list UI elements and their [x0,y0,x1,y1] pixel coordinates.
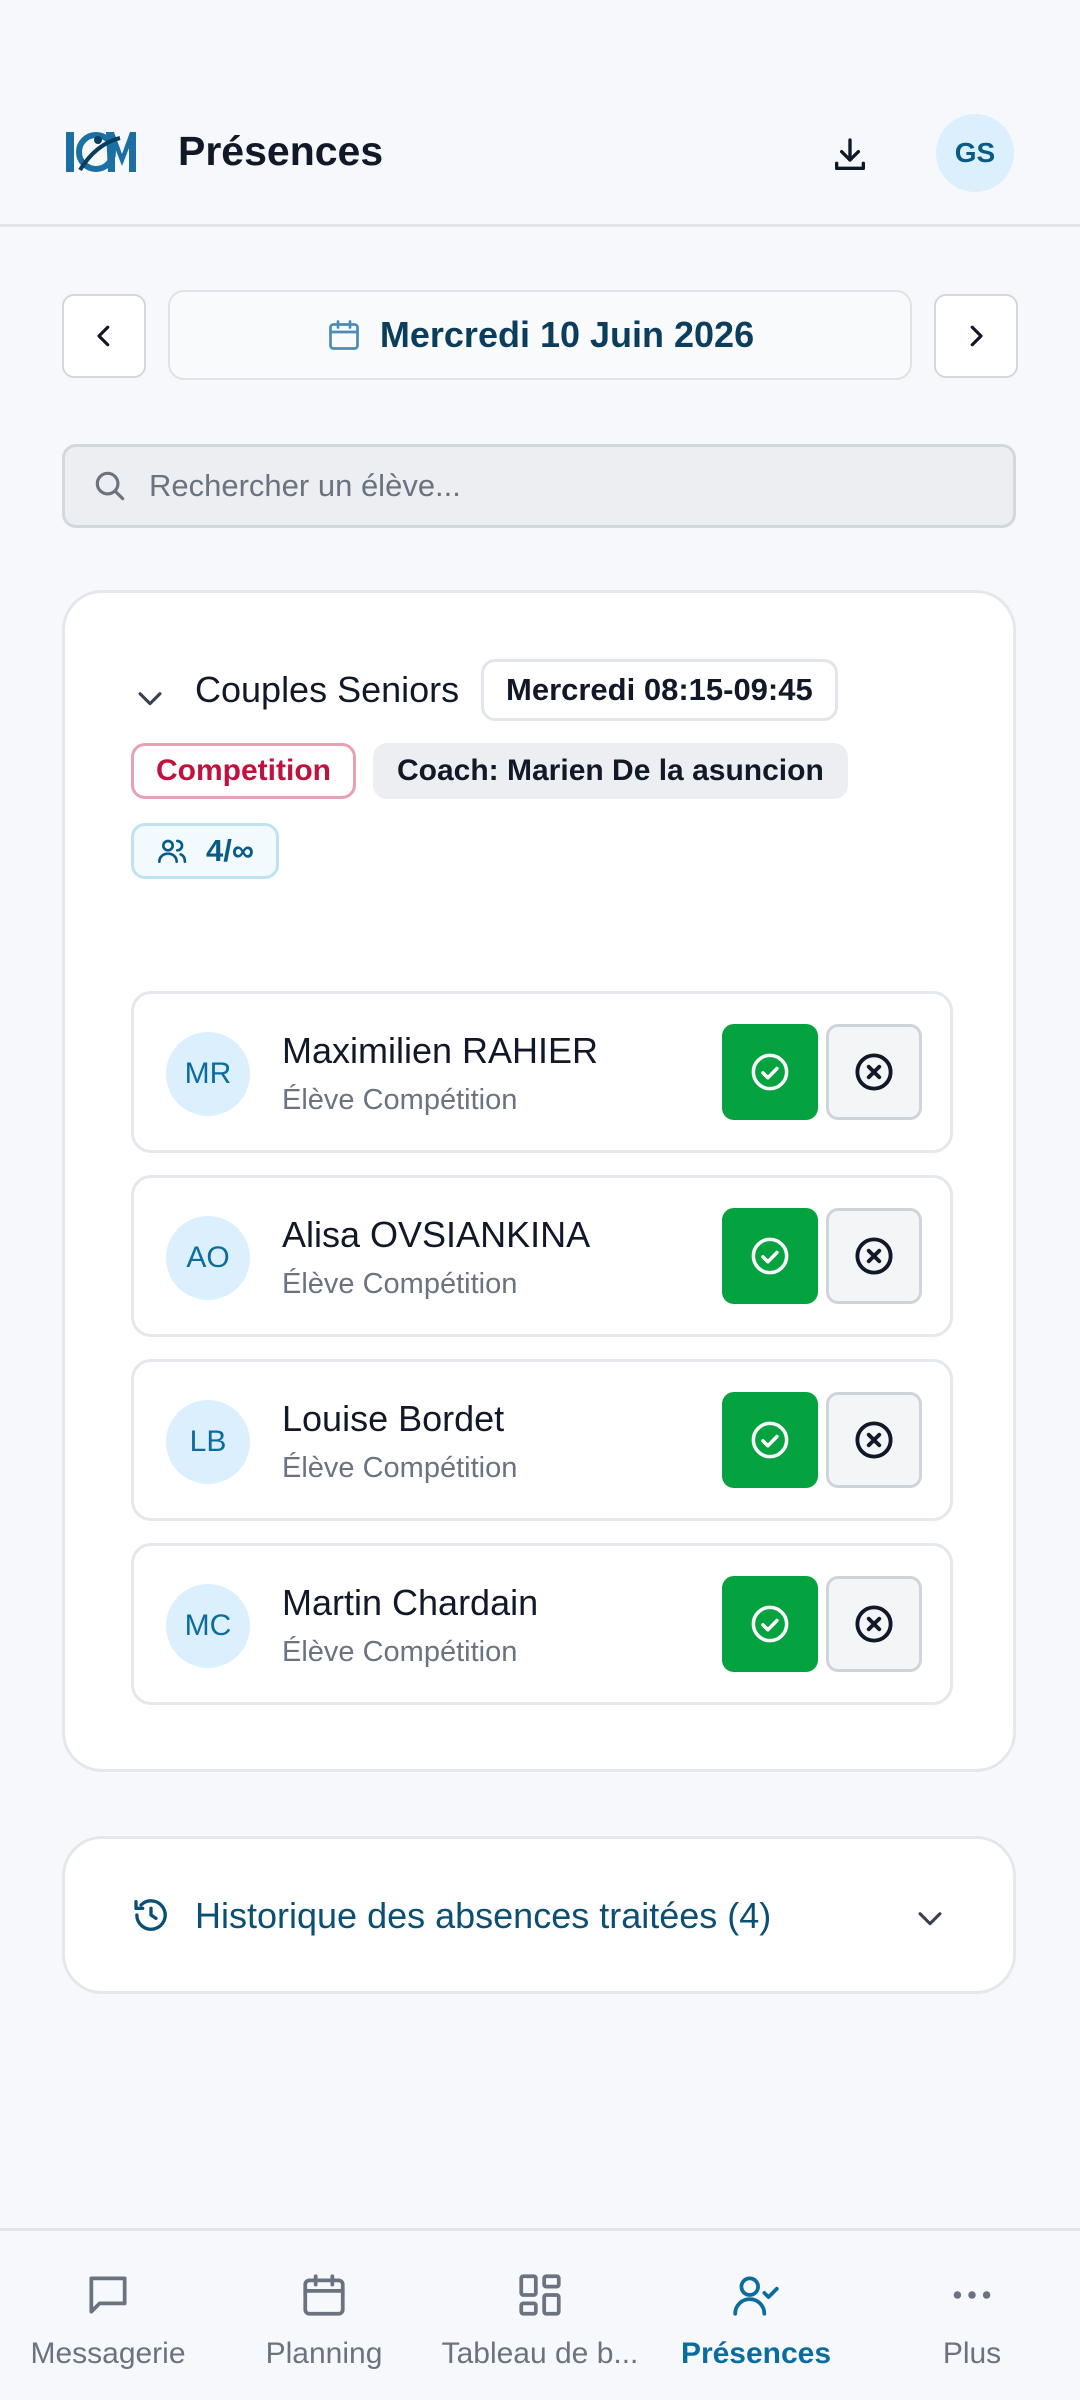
nav-label: Tableau de b... [441,2337,639,2370]
user-check-icon [733,2276,779,2316]
mark-present-button[interactable] [722,1024,818,1120]
nav-label: Messagerie [30,2337,186,2370]
student-row: MR Maximilien RAHIER Élève Compétition [131,991,953,1153]
page-title: Présences [178,128,384,174]
mark-present-button[interactable] [722,1392,818,1488]
mark-absent-button[interactable] [826,1576,922,1672]
app-header: Présences GS [0,0,1080,227]
chevron-left-icon [97,325,110,347]
nav-item-planning[interactable]: Planning [216,2231,432,2400]
x-circle-icon [855,1605,893,1643]
user-avatar[interactable]: GS [936,114,1014,192]
history-label: Historique des absences traitées (4) [195,1895,772,1936]
mark-absent-button[interactable] [826,1208,922,1304]
download-icon [835,138,865,170]
student-avatar: LB [166,1400,250,1484]
mark-absent-button[interactable] [826,1392,922,1488]
student-role: Élève Compétition [282,1268,518,1300]
student-avatar: AO [166,1216,250,1300]
nav-item-messagerie[interactable]: Messagerie [0,2231,216,2400]
nav-label: Plus [942,2337,1002,2370]
coach-badge: Coach: Marien De la asuncion [373,743,848,799]
x-circle-icon [855,1421,893,1459]
student-name: Martin Chardain [282,1582,539,1623]
mark-absent-button[interactable] [826,1024,922,1120]
student-avatar: MR [166,1032,250,1116]
absence-history-accordion[interactable]: Historique des absences traitées (4) [62,1836,1016,1994]
check-circle-icon [751,1605,789,1643]
download-button[interactable] [822,127,878,183]
mark-present-button[interactable] [722,1576,818,1672]
more-icon [953,2291,991,2299]
check-circle-icon [751,1053,789,1091]
check-circle-icon [751,1237,789,1275]
search-input[interactable] [149,447,989,525]
nav-item-dashboard[interactable]: Tableau de b... [432,2231,648,2400]
capacity-badge: 4/∞ [131,823,279,879]
student-row: MC Martin Chardain Élève Compétition [131,1543,953,1705]
mark-present-button[interactable] [722,1208,818,1304]
previous-day-button[interactable] [62,294,146,378]
class-name: Couples Seniors [195,669,460,710]
nav-label: Présences [680,2337,832,2370]
history-icon [134,1899,167,1931]
nav-item-plus[interactable]: Plus [864,2231,1080,2400]
student-avatar: MC [166,1584,250,1668]
chevron-right-icon [970,325,983,347]
student-role: Élève Compétition [282,1636,518,1668]
category-badge: Competition [131,743,356,799]
student-row: AO Alisa OVSIANKINA Élève Compétition [131,1175,953,1337]
dashboard-icon [519,2274,561,2316]
bottom-navigation: Messagerie Planning Tableau de b... Prés… [0,2228,1080,2400]
class-time-badge: Mercredi 08:15-09:45 [481,659,838,721]
users-icon [158,839,187,863]
date-picker[interactable]: Mercredi 10 Juin 2026 [168,290,912,380]
nav-item-presences[interactable]: Présences [648,2231,864,2400]
student-role: Élève Compétition [282,1084,518,1116]
current-date: Mercredi 10 Juin 2026 [379,314,755,355]
student-name: Maximilien RAHIER [282,1030,599,1071]
capacity-value: 4/∞ [206,833,254,868]
class-card: Couples Seniors Mercredi 08:15-09:45 Com… [62,590,1016,1772]
chevron-down-icon [918,1912,942,1926]
student-name: Louise Bordet [282,1398,505,1439]
check-circle-icon [751,1421,789,1459]
student-name: Alisa OVSIANKINA [282,1214,591,1255]
calendar-icon [329,320,359,350]
x-circle-icon [855,1237,893,1275]
message-icon [89,2276,127,2314]
search-icon [95,471,125,501]
nav-label: Planning [265,2337,383,2370]
search-bar [62,444,1016,528]
collapse-chevron-icon[interactable] [133,681,167,715]
club-logo [62,124,136,180]
calendar-icon [303,2274,345,2316]
student-row: LB Louise Bordet Élève Compétition [131,1359,953,1521]
next-day-button[interactable] [934,294,1018,378]
student-role: Élève Compétition [282,1452,518,1484]
x-circle-icon [855,1053,893,1091]
